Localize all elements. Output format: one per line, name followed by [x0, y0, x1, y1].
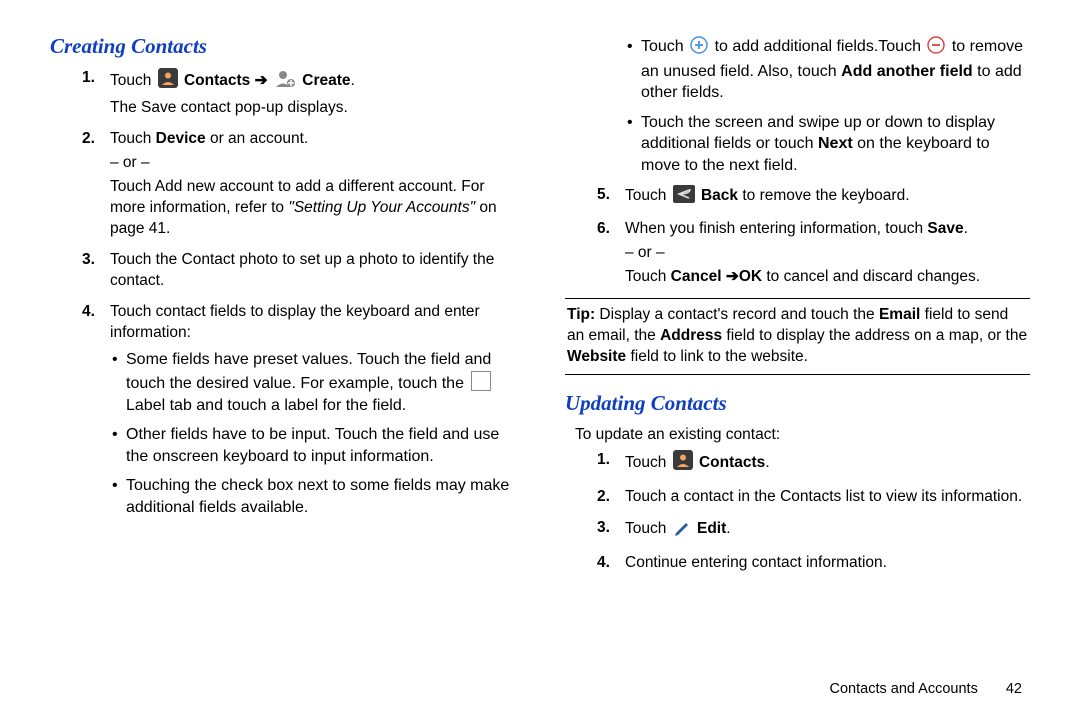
- left-column: Creating Contacts 1. Touch Contacts Crea…: [50, 30, 515, 670]
- text: Continue entering contact information.: [625, 554, 887, 571]
- device-label: Device: [156, 130, 206, 147]
- update-step-1: 1. Touch Contacts.: [597, 450, 1030, 477]
- back-icon: [673, 185, 695, 210]
- text: Touch: [625, 268, 671, 285]
- page-footer: Contacts and Accounts 42: [50, 680, 1030, 700]
- bullet-checkbox: Touching the check box next to some fiel…: [110, 475, 515, 518]
- back-label: Back: [701, 187, 738, 204]
- arrow-icon: [722, 268, 739, 285]
- text: Touch Add new account to add a different…: [110, 177, 515, 240]
- text: The Save contact pop-up displays.: [110, 98, 515, 119]
- text: Some fields have preset values. Touch th…: [126, 351, 491, 392]
- cancel-label: Cancel: [671, 268, 722, 285]
- update-step-2: 2. Touch a contact in the Contacts list …: [597, 487, 1030, 508]
- contacts-icon: [673, 450, 693, 477]
- page-number: 42: [1006, 681, 1022, 697]
- text: field to link to the website.: [626, 348, 808, 365]
- or-divider: – or –: [110, 153, 515, 174]
- update-step-4: 4. Continue entering contact information…: [597, 553, 1030, 574]
- updating-steps-list: 1. Touch Contacts. 2. Touch a contact in…: [597, 450, 1030, 574]
- update-step-3: 3. Touch Edit.: [597, 518, 1030, 543]
- text: Display a contact's record and touch the: [595, 306, 879, 323]
- step4-bullets-cont: Touch to add additional fields.Touch to …: [625, 36, 1030, 177]
- step-1: 1. Touch Contacts Create. The Save conta…: [82, 68, 515, 119]
- step-6: 6. When you finish entering information,…: [597, 219, 1030, 288]
- heading-creating-contacts: Creating Contacts: [50, 32, 515, 60]
- text: .: [964, 220, 968, 237]
- bullet-preset-values: Some fields have preset values. Touch th…: [110, 349, 515, 416]
- text: to cancel and discard changes.: [762, 268, 980, 285]
- bullet-input-fields: Other fields have to be input. Touch the…: [110, 424, 515, 467]
- text: .: [351, 72, 355, 89]
- step-2: 2. Touch Device or an account. – or – To…: [82, 129, 515, 240]
- footer-section: Contacts and Accounts: [830, 681, 978, 697]
- create-icon: [274, 68, 296, 95]
- text: .: [726, 520, 730, 537]
- contacts-label: Contacts: [699, 454, 765, 471]
- text: field to display the address on a map, o…: [722, 327, 1027, 344]
- text: Touch: [641, 38, 688, 55]
- contacts-icon: [158, 68, 178, 95]
- creating-steps-list: 1. Touch Contacts Create. The Save conta…: [82, 68, 515, 518]
- text: Touch: [625, 187, 671, 204]
- heading-updating-contacts: Updating Contacts: [565, 389, 1030, 417]
- label-tab-icon: [471, 371, 491, 391]
- add-another-field-label: Add another field: [841, 63, 973, 80]
- intro-text: To update an existing contact:: [575, 425, 1030, 446]
- creating-steps-cont: 5. Touch Back to remove the keyboard. 6.…: [597, 185, 1030, 289]
- text: to remove the keyboard.: [738, 187, 909, 204]
- text: .: [765, 454, 769, 471]
- step4-bullets: Some fields have preset values. Touch th…: [110, 349, 515, 518]
- step-4: 4. Touch contact fields to display the k…: [82, 302, 515, 519]
- next-label: Next: [818, 135, 853, 152]
- tip-box: Tip: Display a contact's record and touc…: [565, 298, 1030, 375]
- text: to add additional fields.Touch: [715, 38, 926, 55]
- text: Touch a contact in the Contacts list to …: [625, 488, 1022, 505]
- tip-label: Tip:: [567, 306, 595, 323]
- or-divider: – or –: [625, 243, 1030, 264]
- bullet-add-remove-fields: Touch to add additional fields.Touch to …: [625, 36, 1030, 104]
- plus-icon: [690, 36, 708, 61]
- step-5: 5. Touch Back to remove the keyboard.: [597, 185, 1030, 210]
- text: Touch: [625, 454, 671, 471]
- website-label: Website: [567, 348, 626, 365]
- text: or an account.: [206, 130, 309, 147]
- page-columns: Creating Contacts 1. Touch Contacts Crea…: [50, 30, 1030, 670]
- save-label: Save: [927, 220, 963, 237]
- text: Touch contact fields to display the keyb…: [110, 303, 480, 341]
- arrow-icon: [255, 72, 268, 89]
- edit-label: Edit: [697, 520, 726, 537]
- edit-icon: [673, 518, 691, 543]
- right-column: Touch to add additional fields.Touch to …: [565, 30, 1030, 670]
- step-3: 3. Touch the Contact photo to set up a p…: [82, 250, 515, 292]
- text: Touch the Contact photo to set up a phot…: [110, 251, 494, 289]
- address-label: Address: [660, 327, 722, 344]
- minus-icon: [927, 36, 945, 61]
- text: Touch Cancel OK to cancel and discard cha…: [625, 267, 1030, 288]
- email-label: Email: [879, 306, 920, 323]
- text: When you finish entering information, to…: [625, 220, 927, 237]
- text: Touch: [110, 72, 156, 89]
- ref-link: "Setting Up Your Accounts": [288, 199, 475, 216]
- contacts-label: Contacts: [184, 72, 250, 89]
- ok-label: OK: [739, 268, 762, 285]
- create-label: Create: [302, 72, 350, 89]
- text: Label tab and touch a label for the fiel…: [126, 397, 406, 414]
- text: Touch: [625, 520, 671, 537]
- text: Touch: [110, 130, 156, 147]
- bullet-swipe-next: Touch the screen and swipe up or down to…: [625, 112, 1030, 177]
